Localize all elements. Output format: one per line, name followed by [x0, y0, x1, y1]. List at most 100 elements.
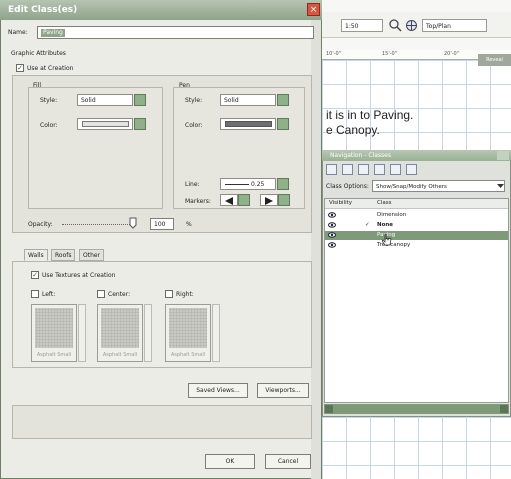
center-texture-checkbox[interactable] [97, 290, 105, 298]
scroll-right-icon[interactable] [500, 405, 508, 413]
classes-icon[interactable] [326, 164, 337, 175]
fill-color-label: Color: [40, 122, 58, 129]
saved-views-icon[interactable] [374, 164, 385, 175]
class-row[interactable]: Tree canopy [325, 241, 508, 250]
texture-preview [101, 308, 139, 348]
class-options-select[interactable]: Show/Snap/Modify Others [372, 180, 505, 192]
texture-preview [169, 308, 207, 348]
visibility-column-header[interactable]: Visibility [329, 200, 352, 206]
opacity-slider-track[interactable] [62, 224, 134, 225]
class-options-label: Class Options: [326, 183, 369, 190]
chevron-down-icon[interactable] [496, 181, 505, 191]
scroll-left-icon[interactable] [325, 405, 333, 413]
use-textures-checkbox[interactable]: ✓ [31, 271, 39, 279]
opacity-label: Opacity: [28, 221, 53, 228]
view-select[interactable]: Top/Plan [422, 19, 487, 32]
left-texture-menu-button[interactable] [78, 304, 86, 362]
pen-color-swatch [225, 121, 272, 127]
chevron-down-icon[interactable] [278, 194, 290, 206]
palette-close-icon[interactable] [497, 151, 509, 160]
right-texture-thumbnail[interactable]: Asphalt Small [165, 304, 211, 362]
pen-style-label: Style: [185, 97, 203, 104]
layers-icon[interactable] [342, 164, 353, 175]
line-weight-sample [225, 184, 249, 185]
chevron-down-icon[interactable] [277, 94, 289, 106]
active-check: ✓ [365, 222, 370, 228]
opacity-unit: % [186, 221, 192, 228]
saved-views-button[interactable]: Saved Views... [188, 383, 248, 398]
opacity-field[interactable]: 100 [150, 218, 174, 230]
description-area [12, 405, 312, 439]
tab-roofs[interactable]: Roofs [51, 249, 76, 261]
left-texture-thumbnail[interactable]: Asphalt Small [31, 304, 77, 362]
canvas-note-line: e Canopy. [326, 123, 380, 137]
class-list-header: Visibility Class [325, 199, 508, 209]
texture-caption: Asphalt Small [102, 352, 138, 358]
center-texture-thumbnail[interactable]: Asphalt Small [97, 304, 143, 362]
chevron-down-icon[interactable] [238, 194, 250, 206]
chevron-down-icon[interactable] [134, 94, 146, 106]
view-settings-icon[interactable] [405, 19, 418, 32]
left-texture-checkbox[interactable] [31, 290, 39, 298]
viewports-icon[interactable] [390, 164, 401, 175]
fill-color-swatch [82, 121, 129, 127]
fill-color-button[interactable] [77, 118, 133, 130]
mouse-cursor-icon [381, 233, 392, 246]
references-icon[interactable] [406, 164, 417, 175]
right-texture-menu-button[interactable] [212, 304, 220, 362]
fill-style-select[interactable]: Solid [77, 94, 133, 106]
texture-preview [35, 308, 73, 348]
right-texture-label: Right: [176, 291, 194, 298]
dialog-scrollbar[interactable] [311, 20, 321, 479]
ruler-tick: 15'-0" [382, 51, 398, 57]
center-texture-label: Center: [108, 291, 131, 298]
palette-horizontal-scrollbar[interactable] [324, 404, 509, 414]
viewports-button[interactable]: Viewports... [257, 383, 309, 398]
line-weight-select[interactable]: 0.25 [220, 178, 276, 190]
palette-icon-bar [324, 163, 509, 177]
sheets-icon[interactable] [358, 164, 369, 175]
texture-caption: Asphalt Small [36, 352, 72, 358]
line-label: Line: [185, 181, 200, 188]
use-at-creation-label: Use at Creation [27, 65, 74, 72]
ok-button[interactable]: OK [205, 454, 255, 469]
end-marker-select[interactable] [260, 194, 278, 206]
class-name: Dimension [377, 212, 407, 218]
chevron-down-icon[interactable] [134, 118, 146, 130]
center-texture-menu-button[interactable] [144, 304, 152, 362]
markers-label: Markers: [185, 198, 211, 205]
class-name: None [377, 222, 394, 228]
class-row[interactable]: ✓ None [325, 221, 508, 230]
pen-color-button[interactable] [220, 118, 276, 130]
zoom-icon[interactable] [389, 19, 402, 32]
chevron-down-icon[interactable] [277, 178, 289, 190]
eye-icon[interactable] [328, 241, 336, 253]
class-row-selected[interactable]: Paving [325, 231, 508, 240]
right-texture-checkbox[interactable] [165, 290, 173, 298]
use-at-creation-checkbox[interactable]: ✓ [16, 64, 24, 72]
tab-other[interactable]: Other [79, 249, 105, 261]
class-column-header[interactable]: Class [377, 200, 391, 206]
ruler-tick: 20'-0" [444, 51, 460, 57]
drawing-canvas-bottom[interactable] [322, 417, 511, 479]
opacity-slider-thumb[interactable] [129, 217, 137, 229]
class-row[interactable]: Dimension [325, 211, 508, 220]
reveal-button[interactable]: Reveal [478, 54, 511, 66]
dialog-title[interactable]: Edit Class(es) [0, 0, 322, 20]
name-label: Name: [8, 29, 28, 36]
left-texture-label: Left: [42, 291, 56, 298]
close-icon[interactable]: × [307, 3, 320, 16]
start-marker-select[interactable] [220, 194, 238, 206]
fill-style-label: Style: [40, 97, 58, 104]
pen-color-label: Color: [185, 122, 203, 129]
graphic-attributes-label: Graphic Attributes [11, 50, 66, 57]
cancel-button[interactable]: Cancel [265, 454, 311, 469]
pen-style-select[interactable]: Solid [220, 94, 276, 106]
tab-walls[interactable]: Walls [24, 249, 48, 261]
chevron-down-icon[interactable] [277, 118, 289, 130]
use-textures-label: Use Textures at Creation [42, 272, 116, 279]
name-field[interactable]: Paving [37, 26, 314, 39]
zoom-field[interactable]: 1:50 [341, 19, 383, 32]
palette-title[interactable]: Navigation - Classes [322, 150, 511, 161]
canvas-note-line: it is in to Paving. [326, 108, 414, 122]
